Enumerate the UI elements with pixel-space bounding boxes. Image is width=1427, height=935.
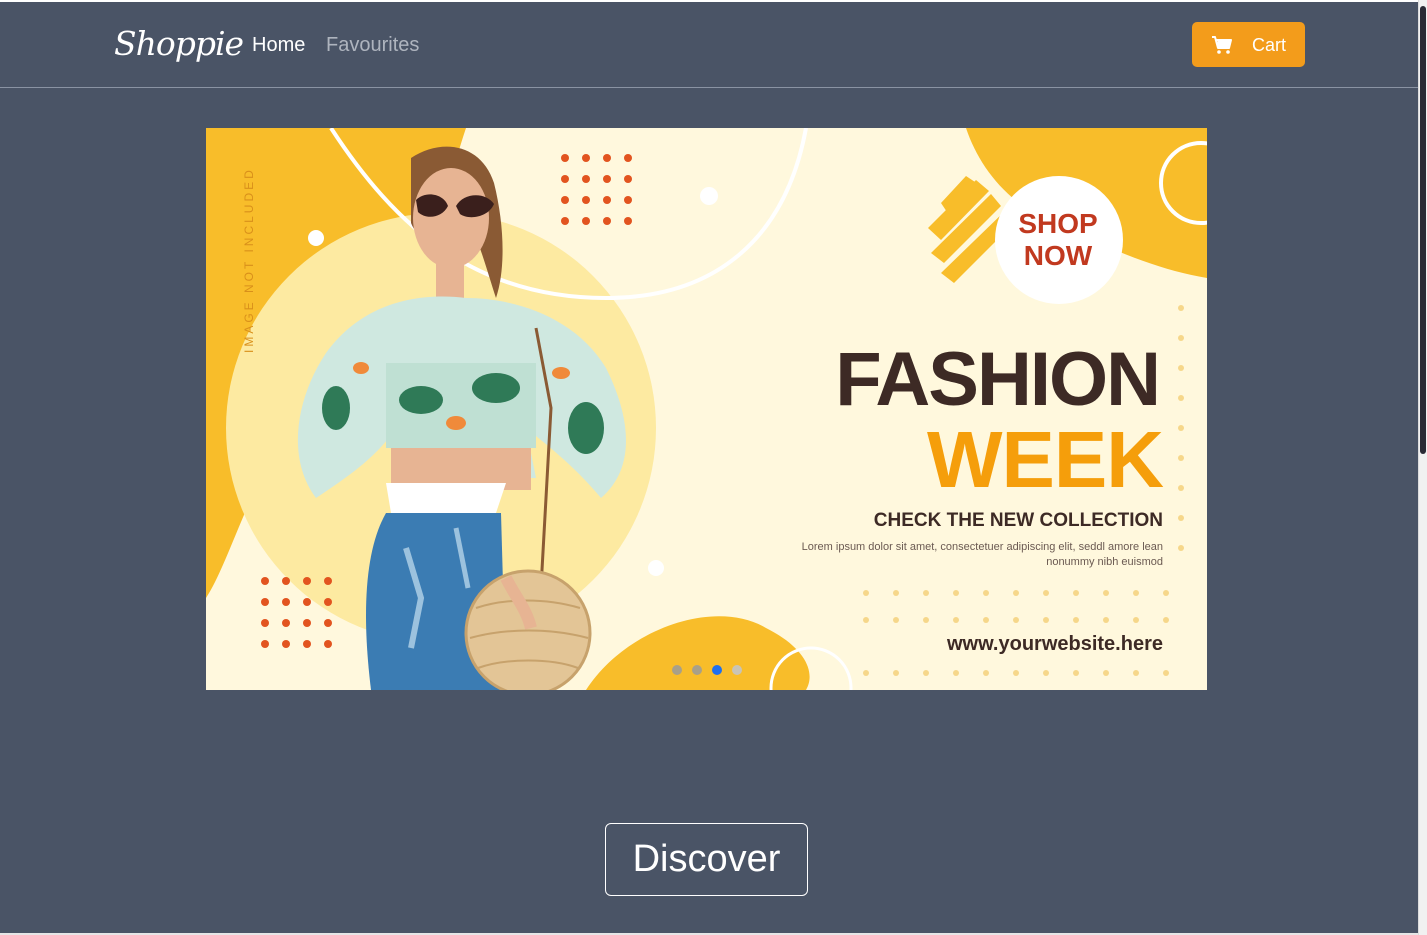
headline-week: WEEK: [927, 415, 1164, 504]
vertical-scrollbar[interactable]: [1418, 0, 1427, 935]
side-note-text: IMAGE NOT INCLUDED: [242, 167, 256, 353]
cart-icon: [1212, 36, 1232, 54]
badge-line-2: NOW: [1023, 240, 1093, 271]
banner-website: www.yourwebsite.here: [947, 633, 1163, 655]
badge-line-1: SHOP: [1018, 208, 1098, 239]
nav-home-link[interactable]: Home: [252, 34, 305, 57]
navbar: Shoppie Home Favourites Cart: [0, 2, 1418, 88]
discover-button[interactable]: Discover: [605, 823, 808, 896]
carousel-indicator-4[interactable]: [732, 665, 742, 675]
brand-logo[interactable]: Shoppie: [114, 24, 244, 63]
nav-favourites-link[interactable]: Favourites: [326, 34, 419, 57]
carousel-indicator-1[interactable]: [672, 665, 682, 675]
carousel-indicators: [672, 665, 742, 675]
cart-button[interactable]: Cart: [1192, 22, 1305, 67]
carousel-indicator-3[interactable]: [712, 665, 722, 675]
banner-body-text: Lorem ipsum dolor sit amet, consectetuer…: [801, 541, 1163, 568]
scrollbar-thumb[interactable]: [1420, 6, 1426, 454]
subheadline: CHECK THE NEW COLLECTION: [873, 510, 1163, 531]
app-root: Shoppie Home Favourites Cart IMAGE NOT I…: [0, 2, 1418, 933]
headline-fashion: FASHION: [835, 337, 1161, 422]
shop-now-badge[interactable]: SHOP NOW: [998, 208, 1118, 272]
cart-label: Cart: [1252, 35, 1287, 55]
hero-carousel[interactable]: IMAGE NOT INCLUDED SHOP NOW FASHION WEEK…: [206, 128, 1207, 690]
carousel-indicator-2[interactable]: [692, 665, 702, 675]
